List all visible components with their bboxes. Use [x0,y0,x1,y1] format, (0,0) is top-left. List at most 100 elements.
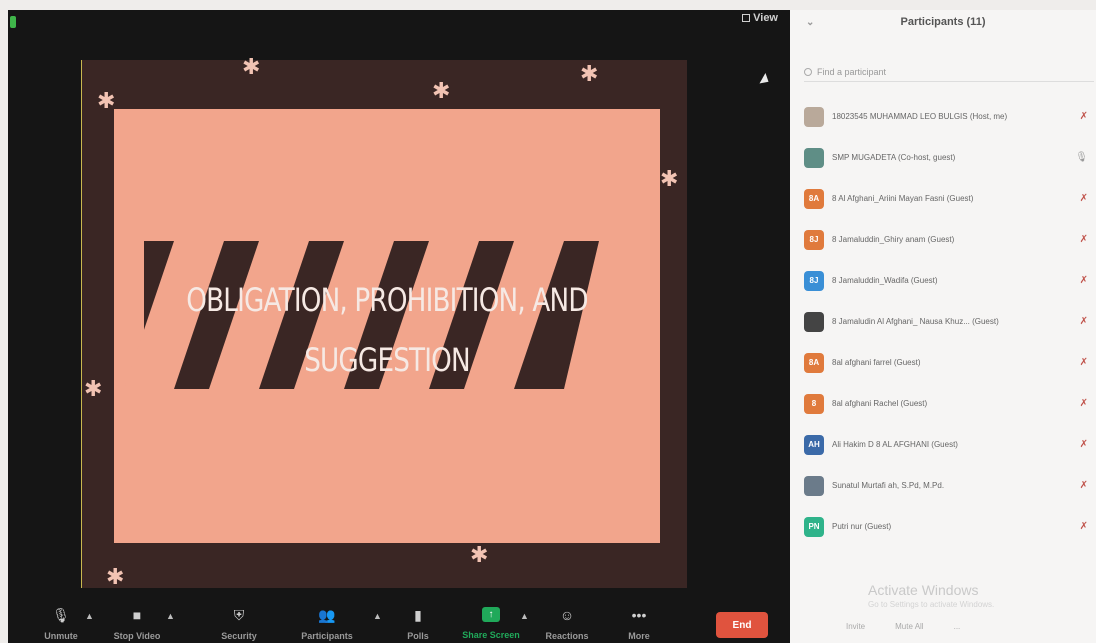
mic-muted-icon[interactable]: ✗ [1080,234,1088,245]
polls-label: Polls [407,631,429,641]
avatar [804,311,824,332]
reactions-button[interactable]: ☺ Reactions [532,607,602,641]
security-label: Security [221,631,257,641]
sparkle-icon: ✱ [580,61,599,86]
mic-muted-icon[interactable]: ✗ [1080,439,1088,450]
share-screen-button[interactable]: ↑ Share Screen [456,607,526,640]
slide-top-panel [114,109,660,241]
video-camera-icon: ■ [132,607,142,623]
chevron-up-icon[interactable]: ▲ [520,611,529,621]
participant-name: 8 Jamaluddin_Ghiry anam (Guest) [832,235,955,244]
participant-row[interactable]: Sunatul Murtafi ah, S.Pd, M.Pd. ✗ [790,465,1096,506]
avatar: AH [804,434,824,455]
avatar: 8J [804,270,824,291]
reactions-label: Reactions [545,631,589,641]
end-meeting-button[interactable]: End [716,612,768,638]
avatar: 8A [804,188,824,209]
chevron-up-icon[interactable]: ▲ [373,611,382,621]
participant-name: 8 Jamaluddin_Wadifa (Guest) [832,276,938,285]
participant-search-input[interactable]: Find a participant [804,62,1094,82]
grid-icon [742,14,751,22]
search-placeholder: Find a participant [817,66,887,77]
sparkle-icon: ✱ [97,88,116,113]
sparkle-icon: ✱ [470,542,489,567]
invite-button[interactable]: Invite [846,622,865,631]
share-screen-icon: ↑ [482,607,500,622]
participant-row[interactable]: 8A 8al afghani farrel (Guest) ✗ [790,342,1096,383]
participants-panel: ⌄ Participants (11) Find a participant 1… [790,10,1096,643]
participant-row[interactable]: PN Putri nur (Guest) ✗ [790,506,1096,547]
slide-title-line-1: OBLIGATION, PROHIBITION, AND [186,281,588,319]
participant-name: SMP MUGADETA (Co-host, guest) [832,153,956,162]
meeting-toolbar: 🎙 Unmute ▲ ■ Stop Video ▲ ⛨ Security 👥 P… [8,603,790,643]
participants-panel-header: ⌄ Participants (11) [790,10,1096,34]
participant-row[interactable]: SMP MUGADETA (Co-host, guest) 🎙 [790,137,1096,178]
participant-row[interactable]: 18023545 MUHAMMAD LEO BULGIS (Host, me) ✗ [790,96,1096,137]
more-label: More [628,631,650,641]
participants-button[interactable]: 👥 Participants [292,606,362,642]
participant-row[interactable]: 8A 8 Al Afghani_Ariini Mayan Fasni (Guest… [790,178,1096,219]
shield-icon: ⛨ [233,606,245,623]
status-indicator [10,16,16,28]
mic-muted-icon[interactable]: ✗ [1080,275,1088,286]
stop-video-label: Stop Video [113,631,161,641]
view-label: View [753,12,778,24]
chevron-up-icon[interactable]: ▲ [166,611,175,621]
mic-muted-icon[interactable]: ✗ [1080,398,1088,409]
participant-row[interactable]: 8J 8 Jamaluddin_Wadifa (Guest) ✗ [790,260,1096,301]
participant-name: Sunatul Murtafi ah, S.Pd, M.Pd. [832,481,945,490]
reactions-icon: ☺ [559,607,575,623]
participants-icon: 👥 [318,606,336,623]
more-button[interactable]: ••• More [604,607,674,641]
sparkle-icon: ✱ [84,376,103,401]
participant-row[interactable]: AH Ali Hakim D 8 AL AFGHANI (Guest) ✗ [790,424,1096,465]
mic-muted-icon[interactable]: ✗ [1080,193,1088,204]
polls-icon: ▮ [414,606,422,623]
mic-muted-icon[interactable]: ✗ [1080,480,1088,491]
participant-name: 8al afghani farrel (Guest) [832,358,921,367]
avatar: 8J [804,229,824,250]
chevron-down-icon[interactable]: ⌄ [806,17,814,28]
participant-name: Putri nur (Guest) [832,522,892,531]
participant-row[interactable]: 8 8al afghani Rachel (Guest) ✗ [790,383,1096,424]
avatar: 8A [804,352,824,373]
participant-name: Ali Hakim D 8 AL AFGHANI (Guest) [832,440,958,449]
polls-button[interactable]: ▮ Polls [383,606,453,642]
search-icon [804,67,812,76]
mic-muted-icon[interactable]: ✗ [1080,357,1088,368]
avatar: 8 [804,393,824,414]
mic-muted-icon[interactable]: ✗ [1080,316,1088,327]
slide-bottom-panel [114,389,660,543]
slide-title: OBLIGATION, PROHIBITION, AND SUGGESTION [163,270,611,390]
participants-list: 18023545 MUHAMMAD LEO BULGIS (Host, me) ✗… [790,96,1096,547]
avatar [804,106,824,127]
participant-row[interactable]: 8J 8 Jamaluddin_Ghiry anam (Guest) ✗ [790,219,1096,260]
chevron-up-icon[interactable]: ▲ [85,611,94,621]
more-options-button[interactable]: ... [954,622,961,631]
avatar [804,475,824,496]
participant-name: 8 Jamaludin Al Afghani_ Nausa Khuz... (G… [832,317,999,326]
participants-footer: Invite Mute All ... [790,616,1096,636]
mic-muted-icon: 🎙 [52,606,70,623]
participant-name: 8 Al Afghani_Ariini Mayan Fasni (Guest) [832,194,974,203]
share-screen-label: Share Screen [462,630,520,640]
participant-name: 8al afghani Rachel (Guest) [832,399,928,408]
participants-title: Participants (11) [900,16,986,28]
view-button[interactable]: View [742,12,778,24]
participant-name: 18023545 MUHAMMAD LEO BULGIS (Host, me) [832,112,1008,121]
avatar [804,147,824,168]
sparkle-icon: ✱ [660,166,679,191]
security-button[interactable]: ⛨ Security [204,606,274,642]
sparkle-icon: ✱ [242,54,261,79]
mute-all-button[interactable]: Mute All [895,622,923,631]
stop-video-button[interactable]: ■ Stop Video [102,607,172,641]
mic-muted-icon[interactable]: ✗ [1080,111,1088,122]
slide-title-line-2: SUGGESTION [304,341,470,379]
mic-muted-icon[interactable]: ✗ [1080,521,1088,532]
participant-row[interactable]: 8 Jamaludin Al Afghani_ Nausa Khuz... (G… [790,301,1096,342]
sparkle-icon: ✱ [432,78,451,103]
more-icon: ••• [631,607,647,623]
sparkle-icon: ✱ [106,564,125,589]
avatar: PN [804,516,824,537]
mic-icon[interactable]: 🎙 [1075,152,1088,163]
